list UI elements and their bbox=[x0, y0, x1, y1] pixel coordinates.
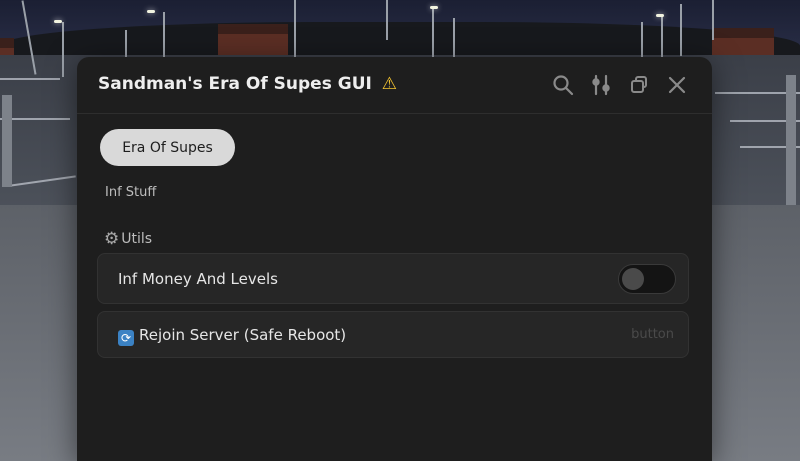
lamp-light bbox=[430, 6, 438, 9]
street-light bbox=[386, 0, 388, 40]
lamp-light bbox=[147, 10, 155, 13]
button-type-hint: button bbox=[631, 327, 674, 342]
street-light bbox=[432, 8, 434, 58]
street-light bbox=[294, 0, 296, 58]
gear-icon: ⚙ bbox=[104, 229, 120, 249]
gui-window: Sandman's Era Of Supes GUI ⚠ Era Of Supe… bbox=[77, 57, 712, 461]
street-light bbox=[62, 22, 64, 77]
inf-money-toggle-switch[interactable] bbox=[618, 264, 676, 294]
group-heading-utils: ⚙ Utils bbox=[104, 229, 152, 249]
street-light bbox=[712, 0, 714, 40]
post bbox=[786, 75, 796, 205]
window-title: Sandman's Era Of Supes GUI ⚠ bbox=[98, 74, 397, 94]
close-icon[interactable] bbox=[665, 73, 689, 97]
restore-window-icon[interactable] bbox=[627, 73, 651, 97]
lamp-light bbox=[656, 14, 664, 17]
toggle-knob bbox=[622, 268, 644, 290]
street-light bbox=[680, 4, 682, 56]
street-light bbox=[453, 18, 455, 60]
post bbox=[2, 95, 12, 187]
button-label: ⟳ Rejoin Server (Safe Reboot) bbox=[118, 326, 346, 346]
sliders-icon[interactable] bbox=[589, 73, 613, 97]
lamp-light bbox=[54, 20, 62, 23]
inf-money-toggle-row[interactable]: Inf Money And Levels bbox=[97, 253, 689, 304]
group-heading-text: Utils bbox=[121, 231, 153, 247]
tab-era-of-supes[interactable]: Era Of Supes bbox=[100, 129, 235, 166]
rejoin-server-button[interactable]: ⟳ Rejoin Server (Safe Reboot) button bbox=[97, 311, 689, 358]
toggle-label: Inf Money And Levels bbox=[118, 270, 278, 288]
title-bar[interactable]: Sandman's Era Of Supes GUI ⚠ bbox=[77, 57, 712, 114]
street-light bbox=[163, 12, 165, 60]
search-icon[interactable] bbox=[551, 73, 575, 97]
street-light bbox=[641, 22, 643, 62]
warning-icon: ⚠ bbox=[381, 74, 398, 94]
window-title-text: Sandman's Era Of Supes GUI bbox=[98, 74, 372, 94]
section-heading: Inf Stuff bbox=[105, 185, 157, 200]
refresh-icon: ⟳ bbox=[118, 330, 134, 346]
rejoin-label-text: Rejoin Server (Safe Reboot) bbox=[139, 326, 347, 344]
